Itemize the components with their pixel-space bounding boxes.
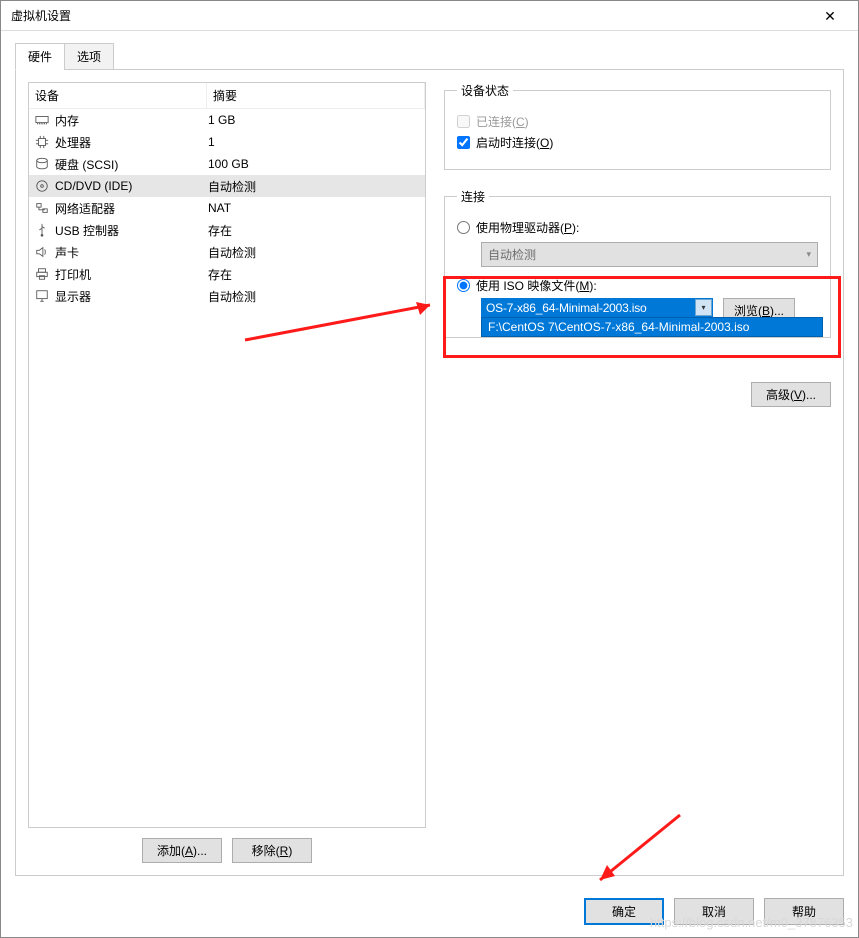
auto-detect-text: 自动检测	[488, 246, 536, 263]
memory-icon	[33, 112, 51, 128]
watermark: https://blog.csdn.net/m0_37876353	[650, 915, 853, 930]
table-row[interactable]: 网络适配器 NAT	[29, 197, 425, 219]
disk-icon	[33, 156, 51, 172]
left-column: 设备 摘要 内存 1 GB 处理器 1 硬盘	[28, 82, 426, 863]
device-name: 声卡	[53, 244, 208, 261]
table-row[interactable]: USB 控制器 存在	[29, 219, 425, 241]
advanced-wrap: 高级(V)...	[444, 382, 831, 407]
th-device[interactable]: 设备	[29, 83, 207, 108]
device-summary: 1 GB	[208, 113, 425, 127]
device-name: 显示器	[53, 288, 208, 305]
table-row[interactable]: CD/DVD (IDE) 自动检测	[29, 175, 425, 197]
device-summary: NAT	[208, 201, 425, 215]
vm-settings-window: 虚拟机设置 ✕ 硬件 选项 设备 摘要 内存 1 GB	[0, 0, 859, 938]
use-physical-radio[interactable]	[457, 221, 470, 234]
tab-hardware[interactable]: 硬件	[15, 43, 65, 70]
content-area: 硬件 选项 设备 摘要 内存 1 GB 处理器	[1, 31, 858, 890]
iso-combobox[interactable]: OS-7-x86_64-Minimal-2003.iso ▾ F:\CentOS…	[481, 298, 713, 318]
device-name: 内存	[53, 112, 208, 129]
chevron-down-icon: ▾	[806, 249, 811, 260]
iso-combo-row: OS-7-x86_64-Minimal-2003.iso ▾ F:\CentOS…	[481, 298, 818, 323]
device-buttons: 添加(A)... 移除(R)	[28, 838, 426, 863]
device-name: 打印机	[53, 266, 208, 283]
connected-checkbox	[457, 115, 470, 128]
device-summary: 存在	[208, 266, 425, 283]
usb-icon	[33, 222, 51, 238]
use-physical-row: 使用物理驱动器(P):	[457, 219, 818, 236]
table-row[interactable]: 处理器 1	[29, 131, 425, 153]
tab-hardware-label: 硬件	[28, 50, 52, 64]
close-icon[interactable]: ✕	[810, 2, 850, 30]
device-table: 设备 摘要 内存 1 GB 处理器 1 硬盘	[28, 82, 426, 828]
th-summary[interactable]: 摘要	[207, 83, 425, 108]
hardware-panel: 设备 摘要 内存 1 GB 处理器 1 硬盘	[15, 69, 844, 876]
printer-icon	[33, 266, 51, 282]
device-summary: 自动检测	[208, 244, 425, 261]
device-summary: 1	[208, 135, 425, 149]
net-icon	[33, 200, 51, 216]
tab-options-label: 选项	[77, 50, 101, 64]
device-status-group: 设备状态 已连接(C) 启动时连接(O)	[444, 82, 831, 170]
device-summary: 存在	[208, 222, 425, 239]
table-row[interactable]: 内存 1 GB	[29, 109, 425, 131]
device-name: 网络适配器	[53, 200, 208, 217]
device-summary: 自动检测	[208, 288, 425, 305]
remove-button[interactable]: 移除(R)	[232, 838, 312, 863]
display-icon	[33, 288, 51, 304]
connect-on-power-checkbox[interactable]	[457, 136, 470, 149]
chevron-down-icon[interactable]: ▾	[695, 299, 712, 316]
use-iso-label: 使用 ISO 映像文件(M):	[476, 277, 597, 294]
connect-on-power-row: 启动时连接(O)	[457, 134, 818, 151]
add-button[interactable]: 添加(A)...	[142, 838, 222, 863]
use-physical-label: 使用物理驱动器(P):	[476, 219, 579, 236]
table-header: 设备 摘要	[29, 83, 425, 109]
device-status-legend: 设备状态	[457, 82, 513, 99]
cpu-icon	[33, 134, 51, 150]
sound-icon	[33, 244, 51, 260]
connect-on-power-label: 启动时连接(O)	[476, 134, 553, 151]
iso-dropdown-item[interactable]: F:\CentOS 7\CentOS-7-x86_64-Minimal-2003…	[481, 317, 823, 337]
connected-label: 已连接(C)	[476, 113, 529, 130]
device-summary: 自动检测	[208, 178, 425, 195]
physical-drive-select: 自动检测 ▾	[481, 242, 818, 267]
use-iso-radio[interactable]	[457, 279, 470, 292]
connection-group: 连接 使用物理驱动器(P): 自动检测 ▾ 使用 ISO 映像文件(M):	[444, 188, 831, 338]
right-column: 设备状态 已连接(C) 启动时连接(O) 连接 使用物理驱动器(P):	[444, 82, 831, 863]
table-row[interactable]: 声卡 自动检测	[29, 241, 425, 263]
tabstrip: 硬件 选项	[15, 43, 844, 70]
use-iso-row: 使用 ISO 映像文件(M):	[457, 277, 818, 294]
device-name: 硬盘 (SCSI)	[53, 156, 208, 173]
titlebar: 虚拟机设置 ✕	[1, 1, 858, 31]
device-name: CD/DVD (IDE)	[53, 179, 208, 193]
table-row[interactable]: 硬盘 (SCSI) 100 GB	[29, 153, 425, 175]
table-row[interactable]: 显示器 自动检测	[29, 285, 425, 307]
disc-icon	[33, 178, 51, 194]
connection-legend: 连接	[457, 188, 489, 205]
iso-input[interactable]: OS-7-x86_64-Minimal-2003.iso	[481, 298, 713, 318]
iso-block: OS-7-x86_64-Minimal-2003.iso ▾ F:\CentOS…	[481, 298, 818, 323]
connected-checkbox-row: 已连接(C)	[457, 113, 818, 130]
device-summary: 100 GB	[208, 157, 425, 171]
device-name: USB 控制器	[53, 222, 208, 239]
advanced-button[interactable]: 高级(V)...	[751, 382, 831, 407]
table-row[interactable]: 打印机 存在	[29, 263, 425, 285]
device-name: 处理器	[53, 134, 208, 151]
physical-drive-disabled-select: 自动检测 ▾	[481, 242, 818, 267]
window-title: 虚拟机设置	[11, 7, 71, 24]
tab-options[interactable]: 选项	[64, 43, 114, 70]
